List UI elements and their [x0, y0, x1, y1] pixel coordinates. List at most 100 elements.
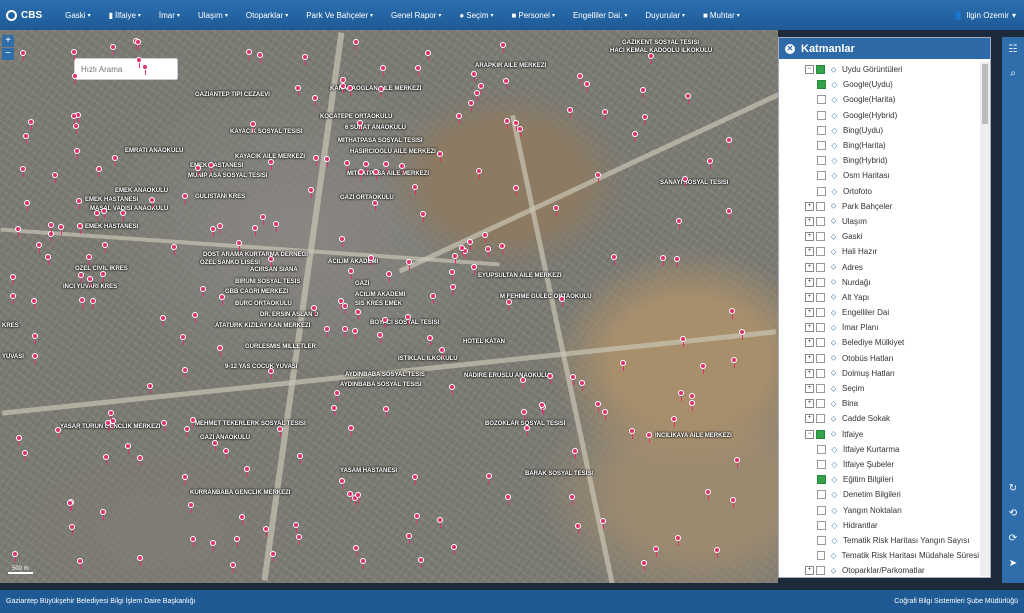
map-marker-icon[interactable]: [250, 121, 256, 132]
layer-item[interactable]: ◇ Google(Uydu): [779, 77, 979, 92]
map-marker-icon[interactable]: [161, 420, 167, 431]
map-marker-icon[interactable]: [427, 335, 433, 346]
map-marker-icon[interactable]: [726, 208, 732, 219]
layer-checkbox[interactable]: [816, 262, 825, 272]
map-marker-icon[interactable]: [600, 518, 606, 529]
map-marker-icon[interactable]: [570, 374, 576, 385]
map-marker-icon[interactable]: [108, 410, 114, 421]
map-marker-icon[interactable]: [399, 163, 405, 174]
map-marker-icon[interactable]: [210, 540, 216, 551]
map-marker-icon[interactable]: [268, 256, 274, 267]
layer-checkbox[interactable]: [817, 475, 826, 485]
map-marker-icon[interactable]: [184, 426, 190, 437]
map-marker-icon[interactable]: [383, 406, 389, 417]
map-marker-icon[interactable]: [363, 161, 369, 172]
map-marker-icon[interactable]: [521, 409, 527, 420]
map-marker-icon[interactable]: [689, 393, 695, 404]
map-marker-icon[interactable]: [217, 223, 223, 234]
layer-item[interactable]: ◇ İtfaiye Şubeler: [779, 457, 979, 472]
map-marker-icon[interactable]: [297, 453, 303, 464]
layer-item[interactable]: + ⬦ Adres: [779, 259, 979, 274]
map-marker-icon[interactable]: [412, 474, 418, 485]
map-marker-icon[interactable]: [347, 85, 353, 96]
map-marker-icon[interactable]: [632, 131, 638, 142]
layer-item[interactable]: + ⬦ Otoparklar/Parkomatlar: [779, 563, 979, 576]
map-marker-icon[interactable]: [700, 363, 706, 374]
map-marker-icon[interactable]: [86, 254, 92, 265]
map-marker-icon[interactable]: [296, 534, 302, 545]
map-marker-icon[interactable]: [439, 347, 445, 358]
map-marker-icon[interactable]: [482, 232, 488, 243]
nav-item[interactable]: Otoparklar ▾: [237, 0, 297, 30]
map-marker-icon[interactable]: [268, 368, 274, 379]
map-marker-icon[interactable]: [192, 312, 198, 323]
map-marker-icon[interactable]: [210, 226, 216, 237]
map-marker-icon[interactable]: [486, 473, 492, 484]
map-marker-icon[interactable]: [577, 73, 583, 84]
map-marker-icon[interactable]: [383, 161, 389, 172]
layer-item[interactable]: − ⬦ İtfaiye: [779, 427, 979, 442]
map-marker-icon[interactable]: [513, 120, 519, 131]
map-marker-icon[interactable]: [28, 119, 34, 130]
map-marker-icon[interactable]: [386, 271, 392, 282]
expand-icon[interactable]: +: [805, 262, 814, 272]
map-marker-icon[interactable]: [418, 557, 424, 568]
map-marker-icon[interactable]: [338, 298, 344, 309]
layer-checkbox[interactable]: [816, 429, 825, 439]
map-marker-icon[interactable]: [236, 240, 242, 251]
expand-icon[interactable]: +: [805, 292, 814, 302]
map-marker-icon[interactable]: [680, 336, 686, 347]
map-marker-icon[interactable]: [87, 276, 93, 287]
layer-item[interactable]: + ⬦ Alt Yapı: [779, 290, 979, 305]
map-marker-icon[interactable]: [414, 513, 420, 524]
map-marker-icon[interactable]: [147, 383, 153, 394]
layer-item[interactable]: ◇ Google(Harita): [779, 92, 979, 107]
map-marker-icon[interactable]: [353, 545, 359, 556]
map-marker-icon[interactable]: [567, 107, 573, 118]
layer-checkbox[interactable]: [816, 292, 825, 302]
map-marker-icon[interactable]: [136, 57, 142, 68]
map-marker-icon[interactable]: [71, 49, 77, 60]
map-marker-icon[interactable]: [67, 500, 73, 511]
map-marker-icon[interactable]: [352, 328, 358, 339]
expand-icon[interactable]: +: [805, 216, 814, 226]
map-marker-icon[interactable]: [101, 208, 107, 219]
map-marker-icon[interactable]: [217, 345, 223, 356]
layer-item[interactable]: + ⬦ Cadde Sokak: [779, 411, 979, 426]
map-marker-icon[interactable]: [212, 440, 218, 451]
map-marker-icon[interactable]: [726, 137, 732, 148]
map-marker-icon[interactable]: [547, 373, 553, 384]
expand-icon[interactable]: +: [805, 414, 814, 424]
map-marker-icon[interactable]: [705, 489, 711, 500]
map-marker-icon[interactable]: [334, 390, 340, 401]
map-marker-icon[interactable]: [239, 514, 245, 525]
map-marker-icon[interactable]: [257, 52, 263, 63]
map-marker-icon[interactable]: [295, 85, 301, 96]
map-marker-icon[interactable]: [380, 65, 386, 76]
map-marker-icon[interactable]: [223, 448, 229, 459]
layer-item[interactable]: ◇ Osm Haritası: [779, 168, 979, 183]
nav-item[interactable]: ■ Personel ▾: [503, 0, 564, 30]
reload-icon[interactable]: ⟳: [1006, 532, 1020, 546]
layer-item[interactable]: ◇ Eğitim Bilgileri: [779, 472, 979, 487]
map-marker-icon[interactable]: [69, 524, 75, 535]
map-marker-icon[interactable]: [71, 113, 77, 124]
map-marker-icon[interactable]: [32, 333, 38, 344]
map-marker-icon[interactable]: [219, 294, 225, 305]
map-marker-icon[interactable]: [372, 200, 378, 211]
layer-checkbox[interactable]: [816, 353, 825, 363]
search-icon[interactable]: ⌕: [1006, 67, 1020, 81]
map-marker-icon[interactable]: [437, 517, 443, 528]
zoom-in-button[interactable]: +: [2, 35, 14, 47]
layer-checkbox[interactable]: [817, 141, 826, 151]
expand-icon[interactable]: +: [805, 399, 814, 409]
map-marker-icon[interactable]: [524, 425, 530, 436]
map-marker-icon[interactable]: [660, 255, 666, 266]
map-marker-icon[interactable]: [500, 42, 506, 53]
map-marker-icon[interactable]: [142, 64, 148, 75]
nav-item[interactable]: Genel Rapor ▾: [382, 0, 450, 30]
layer-item[interactable]: ◇ Bing(Uydu): [779, 123, 979, 138]
expand-icon[interactable]: +: [805, 566, 814, 576]
map-marker-icon[interactable]: [244, 466, 250, 477]
layer-item[interactable]: ◇ Yangın Noktaları: [779, 502, 979, 517]
